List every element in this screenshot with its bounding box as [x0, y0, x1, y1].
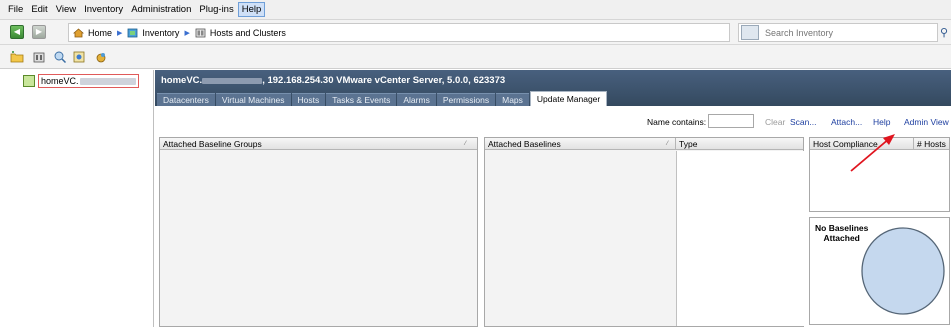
column-header-label: Attached Baseline Groups [163, 138, 262, 149]
column-divider [675, 138, 676, 150]
sort-icon: ⁄ [465, 140, 467, 147]
menu-edit[interactable]: Edit [27, 2, 51, 17]
tab-tasks-events[interactable]: Tasks & Events [326, 93, 397, 106]
search-go-icon[interactable]: ⚲ [940, 26, 948, 39]
compliance-pie-chart [861, 227, 945, 315]
new-folder-icon[interactable] [10, 50, 24, 64]
attach-link[interactable]: Attach... [831, 117, 862, 127]
tree-item-vcenter[interactable]: homeVC. [23, 74, 139, 88]
new-datacenter-icon[interactable] [32, 50, 46, 64]
toolbar [0, 45, 951, 69]
breadcrumb-current[interactable]: Hosts and Clusters [210, 28, 286, 38]
object-header: homeVC. , 192.168.254.30 VMware vCenter … [155, 70, 951, 106]
tab-maps[interactable]: Maps [496, 93, 529, 106]
refresh-icon[interactable] [72, 50, 86, 64]
back-arrow-icon[interactable]: ◀ [10, 25, 24, 39]
inventory-tree: homeVC. [0, 70, 154, 327]
search-box [738, 23, 938, 42]
menu-help[interactable]: Help [237, 2, 266, 17]
tree-item-label[interactable]: homeVC. [38, 74, 139, 88]
tab-virtual-machines[interactable]: Virtual Machines [215, 93, 291, 106]
column-header-hosts[interactable]: # Hosts [917, 139, 946, 149]
home-icon [73, 27, 84, 37]
redacted-text [202, 77, 263, 84]
menu-administration[interactable]: Administration [127, 2, 195, 17]
baseline-groups-panel: Attached Baseline Groups ⁄ [159, 137, 478, 327]
page-title-suffix: , 192.168.254.30 VMware vCenter Server, … [262, 75, 506, 86]
search-scope-icon[interactable] [741, 25, 759, 40]
tab-hosts[interactable]: Hosts [291, 93, 326, 106]
sort-icon: ⁄ [667, 140, 669, 147]
vcenter-icon [23, 75, 35, 87]
forward-arrow-icon[interactable]: ▶ [32, 25, 46, 39]
add-host-icon[interactable] [53, 50, 67, 64]
breadcrumb-inventory[interactable]: Inventory [142, 28, 179, 38]
column-header-baselines[interactable]: Attached Baselines ⁄ Type [485, 138, 803, 150]
breadcrumb-home[interactable]: Home [88, 28, 112, 38]
tab-permissions[interactable]: Permissions [436, 93, 496, 106]
column-divider [913, 138, 914, 150]
action-bar: Name contains: Clear Scan... Attach... H… [155, 112, 951, 132]
baselines-panel: Attached Baselines ⁄ Type [484, 137, 804, 327]
navigation-bar: ◀ ▶ Home ▶ Inventory ▶ Hosts and Cluster… [0, 20, 951, 45]
page-title: homeVC. , 192.168.254.30 VMware vCenter … [161, 75, 505, 86]
column-header-type[interactable]: Type [679, 139, 697, 149]
menu-view[interactable]: View [52, 2, 80, 17]
tree-root-label: homeVC. [41, 76, 79, 86]
page-title-prefix: homeVC. [161, 75, 203, 86]
name-contains-label: Name contains: [647, 117, 707, 127]
column-header-host-compliance[interactable]: Host Compliance # Hosts [810, 138, 949, 150]
search-input[interactable] [765, 27, 925, 38]
scan-link[interactable]: Scan... [790, 117, 816, 127]
tab-bar: Datacenters Virtual Machines Hosts Tasks… [157, 91, 608, 106]
plugin-icon[interactable] [94, 50, 108, 64]
main-content: homeVC. , 192.168.254.30 VMware vCenter … [155, 70, 951, 327]
menu-bar: File Edit View Inventory Administration … [0, 0, 951, 20]
type-column [676, 151, 804, 326]
redacted-text [79, 77, 136, 85]
clear-button[interactable]: Clear [765, 117, 785, 127]
hosts-clusters-icon [195, 28, 206, 37]
inventory-icon [128, 28, 138, 37]
admin-view-link[interactable]: Admin View [904, 117, 949, 127]
help-link[interactable]: Help [873, 117, 890, 127]
tab-datacenters[interactable]: Datacenters [157, 93, 215, 106]
column-header-label: Attached Baselines [488, 138, 561, 149]
column-header-label: Host Compliance [813, 138, 878, 149]
breadcrumb-separator: ▶ [184, 29, 190, 37]
column-header-baseline-groups[interactable]: Attached Baseline Groups ⁄ [160, 138, 477, 150]
menu-file[interactable]: File [4, 2, 27, 17]
pie-circle [861, 227, 945, 315]
menu-plugins[interactable]: Plug-ins [195, 2, 237, 17]
breadcrumb-separator: ▶ [117, 29, 123, 37]
host-compliance-panel: Host Compliance # Hosts [809, 137, 950, 212]
breadcrumb: Home ▶ Inventory ▶ Hosts and Clusters [68, 23, 730, 42]
tab-update-manager[interactable]: Update Manager [529, 91, 608, 106]
menu-inventory[interactable]: Inventory [80, 2, 127, 17]
tab-alarms[interactable]: Alarms [397, 93, 436, 106]
name-filter-input[interactable] [708, 114, 754, 128]
compliance-chart-panel: No Baselines Attached [809, 217, 950, 325]
